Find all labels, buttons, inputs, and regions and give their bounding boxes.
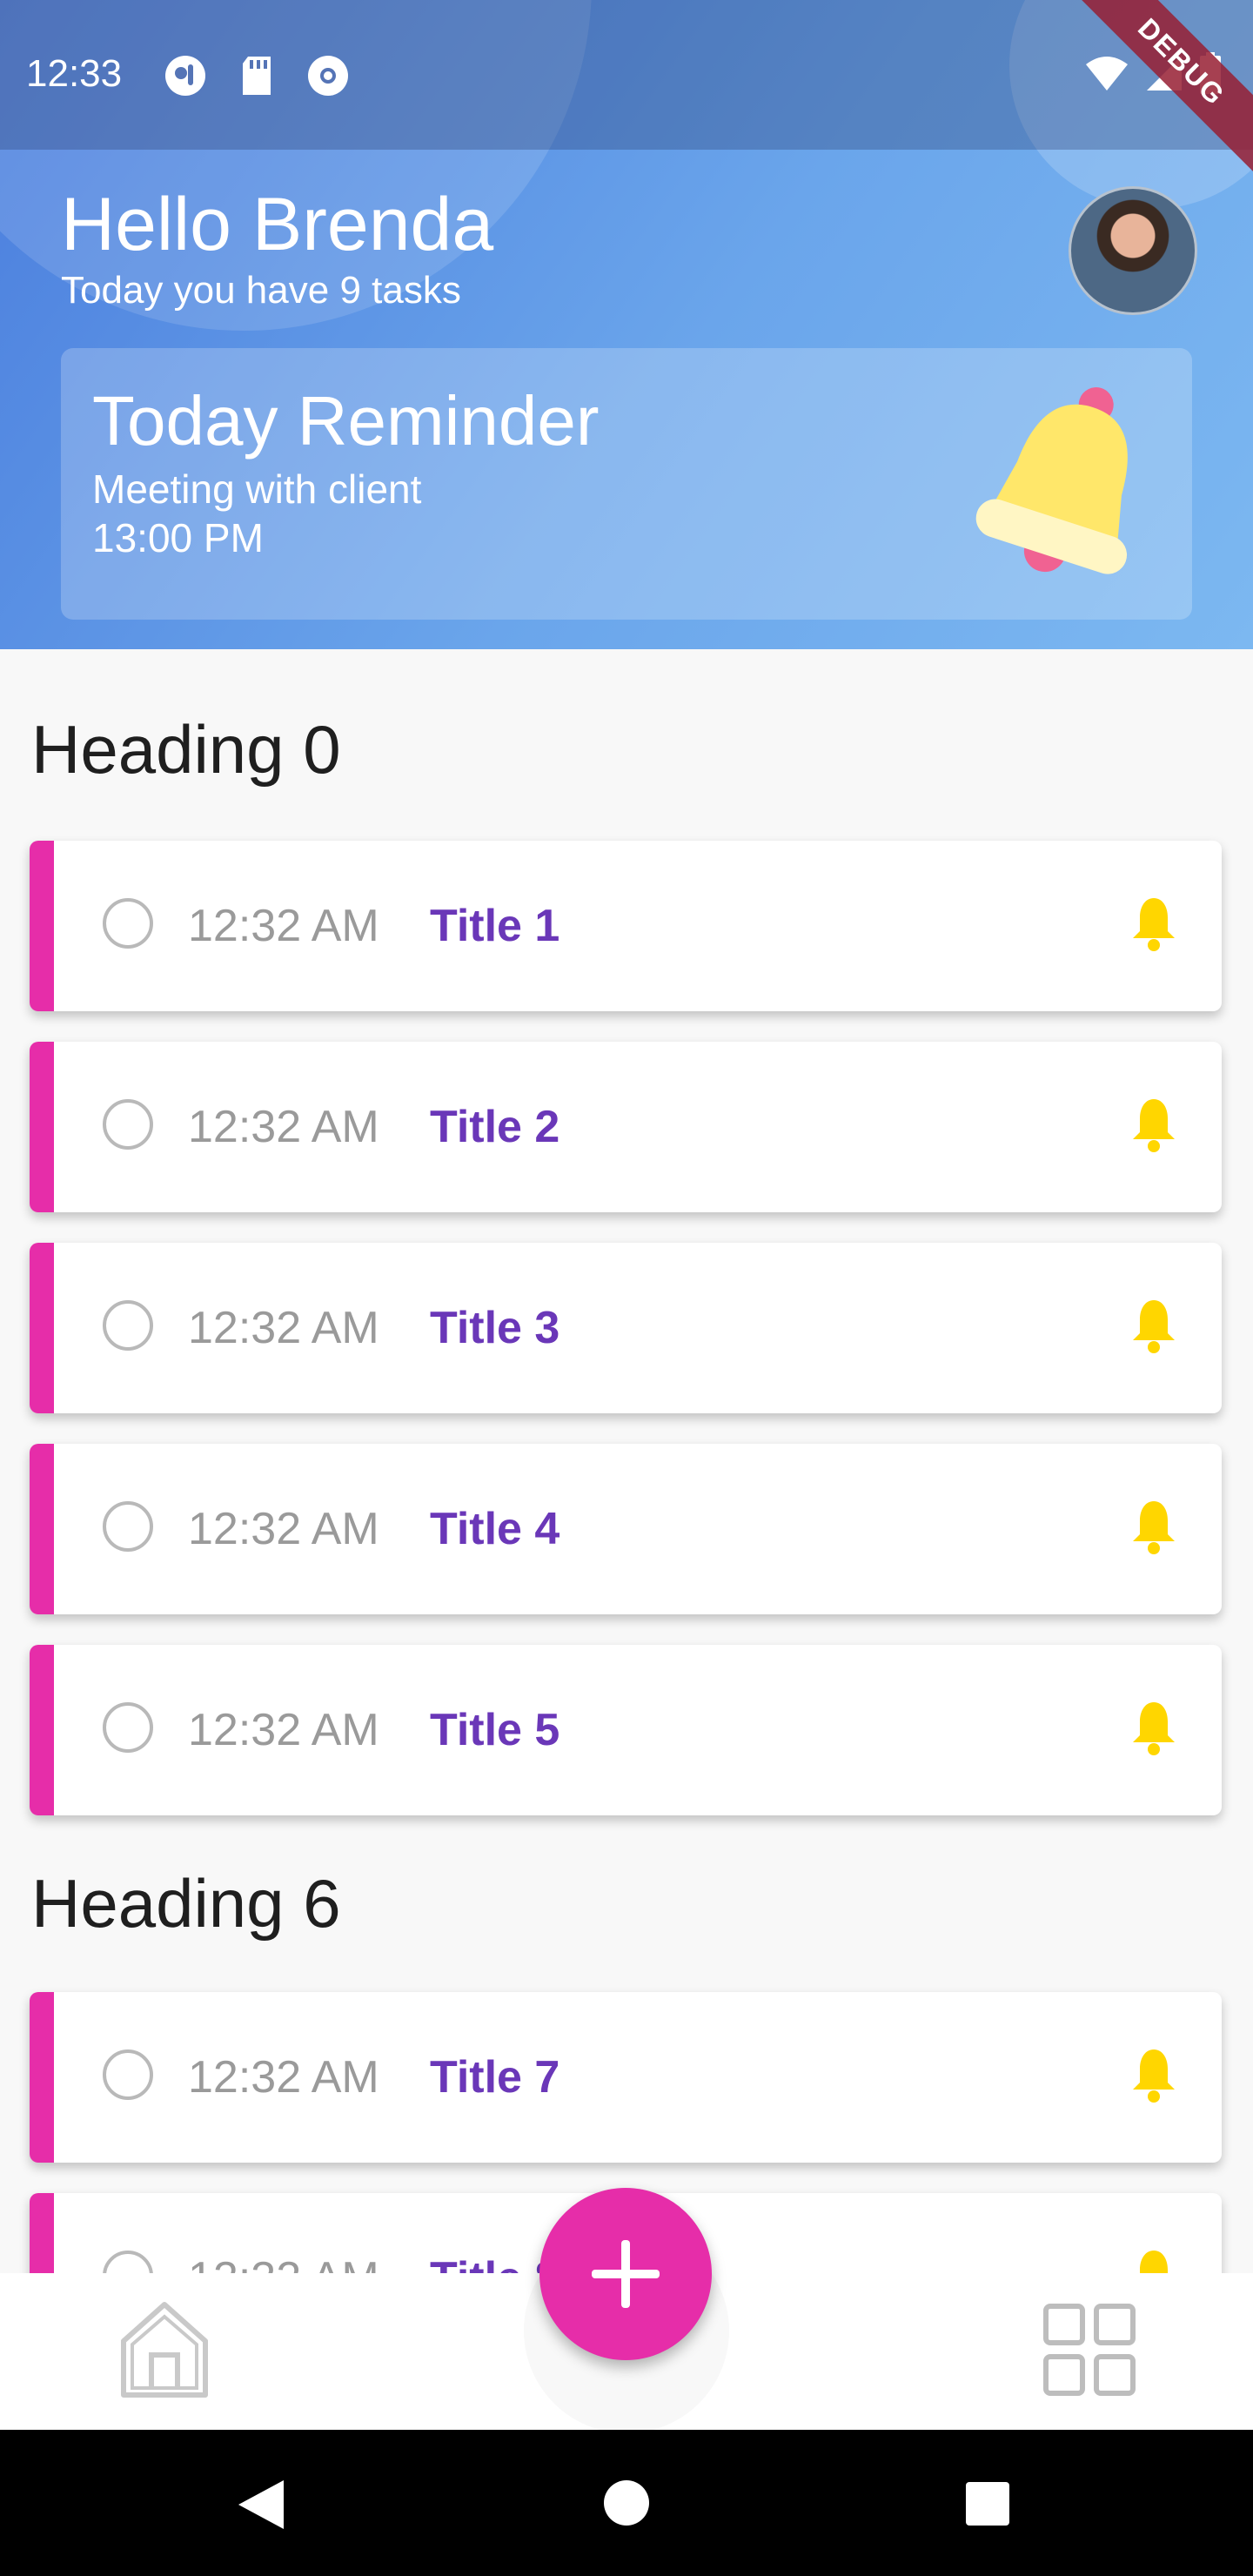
back-icon[interactable] — [237, 2479, 285, 2531]
task-count-subtitle: Today you have 9 tasks — [61, 269, 461, 312]
reminder-title: Today Reminder — [92, 382, 600, 460]
status-bar: 12:33 — [0, 0, 1253, 150]
task-checkbox[interactable] — [103, 1702, 153, 1753]
task-time: 12:32 AM — [188, 1303, 379, 1353]
task-checkbox[interactable] — [103, 1099, 153, 1150]
task-title: Title 2 — [430, 1102, 560, 1152]
task-title: Title 4 — [430, 1504, 560, 1554]
task-time: 12:32 AM — [188, 1102, 379, 1152]
recent-apps-button[interactable] — [966, 2482, 1009, 2526]
app-icon — [164, 54, 207, 97]
task-accent-bar — [30, 1992, 54, 2163]
task-title: Title 1 — [430, 901, 560, 951]
home-button[interactable] — [604, 2480, 649, 2526]
task-card[interactable]: 12:32 AM Title 1 — [30, 841, 1222, 1011]
task-time: 12:32 AM — [188, 1504, 379, 1554]
chrome-icon — [306, 54, 350, 97]
section-heading: Heading 0 — [31, 711, 341, 788]
task-card[interactable]: 12:32 AM Title 3 — [30, 1243, 1222, 1413]
section-heading: Heading 6 — [31, 1865, 341, 1942]
bell-illustration-icon — [975, 387, 1128, 574]
task-accent-bar — [30, 1645, 54, 1815]
task-checkbox[interactable] — [103, 898, 153, 949]
header: 12:33 DEBUG Hello Brenda Today you have … — [0, 0, 1253, 649]
bell-icon[interactable] — [1128, 2046, 1180, 2103]
status-time: 12:33 — [26, 52, 123, 95]
task-time: 12:32 AM — [188, 1705, 379, 1755]
task-title: Title 7 — [430, 2052, 560, 2103]
task-accent-bar — [30, 1042, 54, 1212]
task-accent-bar — [30, 1243, 54, 1413]
grid-icon[interactable] — [1042, 2303, 1138, 2398]
bell-icon[interactable] — [1128, 1096, 1180, 1153]
sd-card-icon — [235, 54, 278, 97]
greeting-title: Hello Brenda — [61, 183, 494, 266]
add-task-button[interactable] — [539, 2188, 712, 2360]
task-checkbox[interactable] — [103, 1300, 153, 1351]
task-accent-bar — [30, 841, 54, 1011]
task-time: 12:32 AM — [188, 2052, 379, 2103]
task-card[interactable]: 12:32 AM Title 7 — [30, 1992, 1222, 2163]
task-title: Title 3 — [430, 1303, 560, 1353]
reminder-description: Meeting with client — [92, 466, 422, 512]
task-checkbox[interactable] — [103, 2049, 153, 2100]
task-time: 12:32 AM — [188, 901, 379, 951]
bell-icon[interactable] — [1128, 1297, 1180, 1354]
home-icon[interactable] — [117, 2298, 212, 2400]
task-accent-bar — [30, 1444, 54, 1614]
task-card[interactable]: 12:32 AM Title 2 — [30, 1042, 1222, 1212]
plus-icon — [592, 2240, 660, 2308]
wifi-icon — [1084, 56, 1129, 95]
reminder-time: 13:00 PM — [92, 515, 264, 560]
task-title: Title 5 — [430, 1705, 560, 1755]
bell-icon[interactable] — [1128, 1699, 1180, 1756]
bell-icon[interactable] — [1128, 1498, 1180, 1555]
reminder-card[interactable]: Today Reminder Meeting with client 13:00… — [61, 348, 1192, 620]
task-card[interactable]: 12:32 AM Title 5 — [30, 1645, 1222, 1815]
bell-icon[interactable] — [1128, 895, 1180, 952]
task-card[interactable]: 12:32 AM Title 4 — [30, 1444, 1222, 1614]
avatar[interactable] — [1069, 186, 1197, 315]
task-checkbox[interactable] — [103, 1501, 153, 1552]
